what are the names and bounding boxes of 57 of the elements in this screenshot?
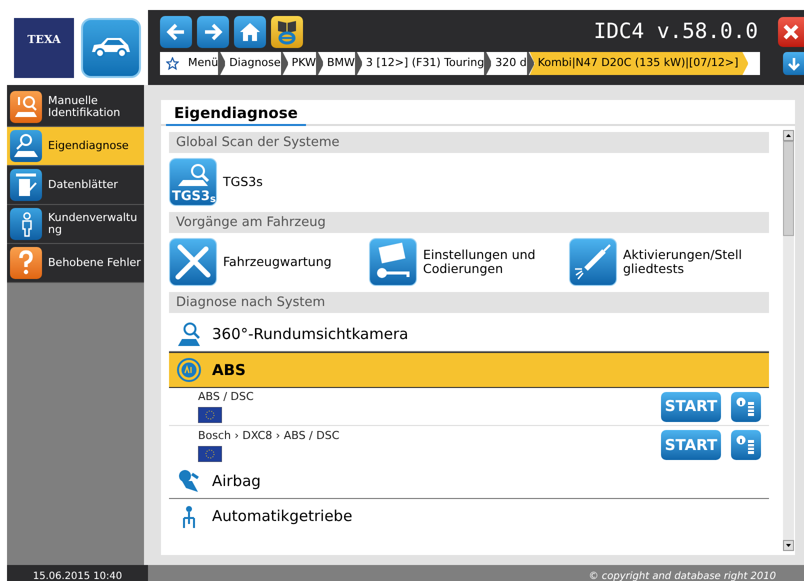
tgs3s-icon: TGS3$_{s}$: [169, 158, 217, 206]
magnifier-car-icon: [10, 130, 42, 162]
function-link[interactable]: Einstellungen und Codierungen: [423, 248, 553, 276]
section-header: Vorgänge am Fahrzeug: [169, 212, 769, 233]
home-button[interactable]: [234, 16, 266, 48]
variant-path: Bosch › DXC8 › ABS / DSC: [198, 430, 340, 442]
manual-button[interactable]: [271, 16, 303, 48]
chip-key-icon: [369, 238, 417, 286]
person-icon: [10, 208, 42, 240]
right-arrow-icon: [203, 22, 223, 40]
back-button[interactable]: [160, 16, 192, 48]
sidebar-item[interactable]: Manuelle Identifikation: [7, 88, 144, 127]
down-arrow-icon: [788, 56, 800, 70]
system-row[interactable]: ABS: [169, 352, 769, 388]
close-icon: [783, 24, 799, 40]
left-arrow-icon: [166, 22, 186, 40]
app-title: IDC4 v.58.0.0: [594, 18, 758, 45]
question-mark-icon: [10, 247, 42, 279]
flag-icon: [198, 407, 222, 423]
down-arrow-icon[interactable]: [786, 544, 791, 547]
spray-nozzle-icon: [569, 238, 617, 286]
texa-logo: TEXA: [14, 18, 74, 78]
info-button[interactable]: [731, 392, 761, 422]
section-header: Global Scan der Systeme: [169, 132, 769, 153]
variant-path: ABS / DSC: [198, 391, 255, 403]
section-header: Diagnose nach System: [169, 292, 769, 313]
magnifier-car-icon: [176, 321, 202, 347]
info-button[interactable]: [731, 430, 761, 460]
down-button[interactable]: [783, 52, 804, 75]
page-tab[interactable]: Eigendiagnose: [166, 102, 306, 126]
sidebar-item[interactable]: Kundenverwaltu ng: [7, 205, 144, 244]
hand-search-car-icon: [10, 91, 42, 123]
function-link[interactable]: TGS3s: [223, 175, 353, 189]
forward-button[interactable]: [197, 16, 229, 48]
tools-icon: [169, 238, 217, 286]
date-time: 15.06.2015 10:40: [32, 570, 122, 581]
copyright-text: © copyright and database right 2010: [588, 570, 776, 581]
info-list-icon: [735, 434, 757, 456]
sidebar-item[interactable]: Datenblätter: [7, 166, 144, 205]
airbag-person-icon: [176, 468, 202, 494]
star-icon[interactable]: [166, 57, 179, 70]
car-icon: [92, 37, 130, 58]
scrollbar-thumb[interactable]: [783, 141, 794, 236]
close-button[interactable]: [778, 16, 804, 46]
abs-icon: [176, 357, 202, 383]
flag-icon: [198, 446, 222, 462]
up-arrow-icon[interactable]: [786, 134, 791, 137]
function-link[interactable]: Aktivierungen/Stell gliedtests: [623, 248, 753, 276]
home-icon: [239, 22, 261, 42]
function-link[interactable]: Fahrzeugwartung: [223, 255, 353, 269]
scrollbar[interactable]: [783, 130, 794, 551]
start-button[interactable]: START: [661, 430, 721, 460]
car-button[interactable]: [81, 18, 141, 78]
info-list-icon: [735, 396, 757, 418]
sidebar-item[interactable]: Behobene Fehler: [7, 244, 144, 283]
breadcrumb-item[interactable]: Kombi|N47 D20C (135 kW)|[07/12>]: [530, 52, 748, 75]
sidebar-item[interactable]: Eigendiagnose: [7, 127, 144, 166]
